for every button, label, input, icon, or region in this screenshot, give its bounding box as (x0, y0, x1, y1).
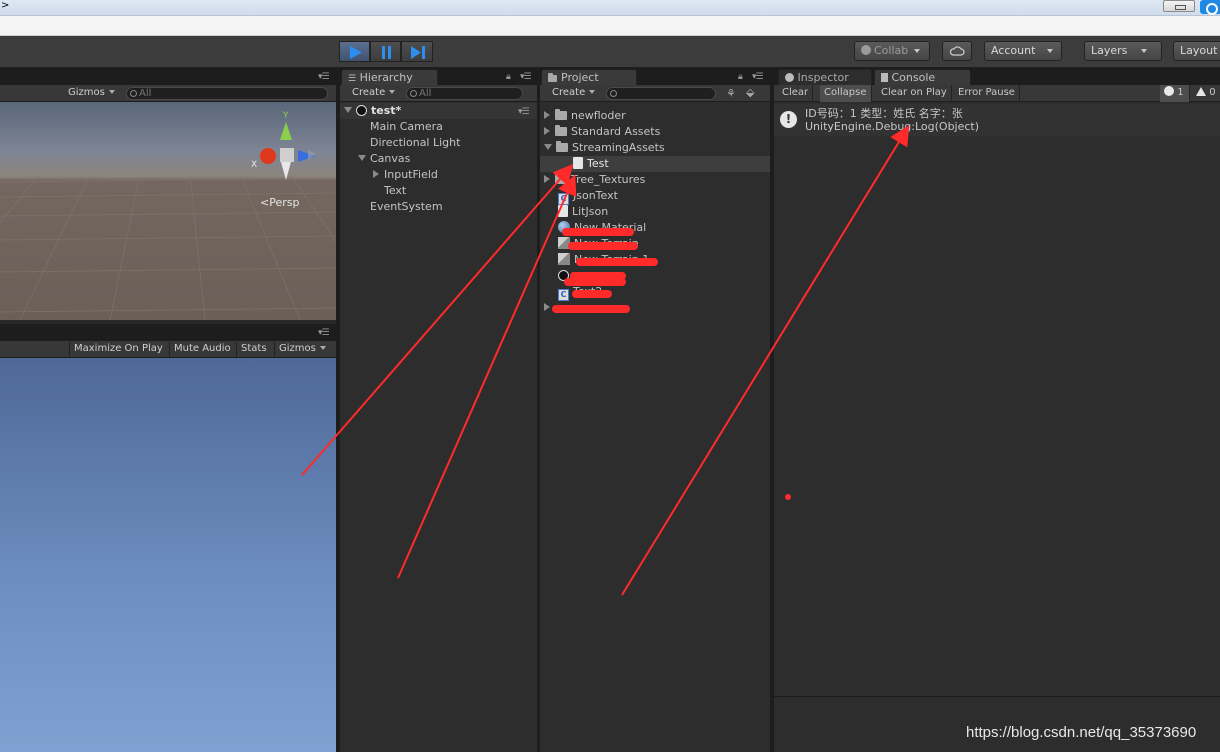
annotation-dot (785, 494, 791, 500)
annotation-arrow (621, 125, 910, 596)
watermark-text: https://blog.csdn.net/qq_35373690 (966, 724, 1197, 741)
annotation-arrow (301, 163, 574, 476)
annotation-overlay (301, 125, 910, 596)
annotation-arrow (397, 174, 577, 579)
